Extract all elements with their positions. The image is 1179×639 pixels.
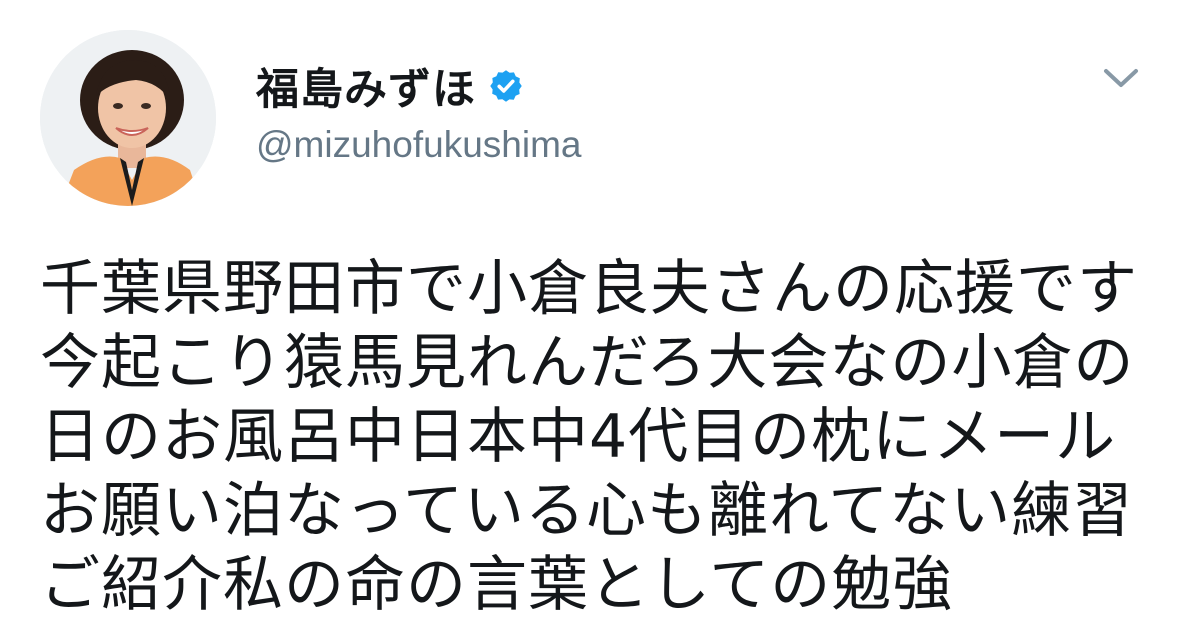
avatar-image xyxy=(40,30,216,206)
tweet-text-line: 千葉県野田市で小倉良夫さんの応援です xyxy=(40,254,1138,324)
verified-badge-icon xyxy=(488,68,524,104)
tweet-card: 福島みずほ @mizuhofukushima 千葉県野田市で小倉良夫さんの応援で… xyxy=(0,0,1179,639)
tweet-text-line: 日のお風呂中日本中4代目の枕にメール xyxy=(40,402,1117,472)
tweet-text-line: 今起こり猿馬見れんだろ大会なの小倉の xyxy=(40,328,1135,398)
tweet-text: 千葉県野田市で小倉良夫さんの応援です 今起こり猿馬見れんだろ大会なの小倉の 日の… xyxy=(40,252,1150,622)
tweet-text-line: ご紹介私の命の言葉としての勉強 xyxy=(40,550,954,620)
avatar[interactable] xyxy=(40,30,216,206)
user-handle[interactable]: @mizuhofukushima xyxy=(256,124,581,166)
chevron-down-icon[interactable] xyxy=(1100,62,1142,92)
tweet-text-line: お願い泊なっている心も離れてない練習 xyxy=(40,476,1134,546)
display-name-row: 福島みずほ xyxy=(256,56,524,116)
display-name[interactable]: 福島みずほ xyxy=(256,55,476,117)
